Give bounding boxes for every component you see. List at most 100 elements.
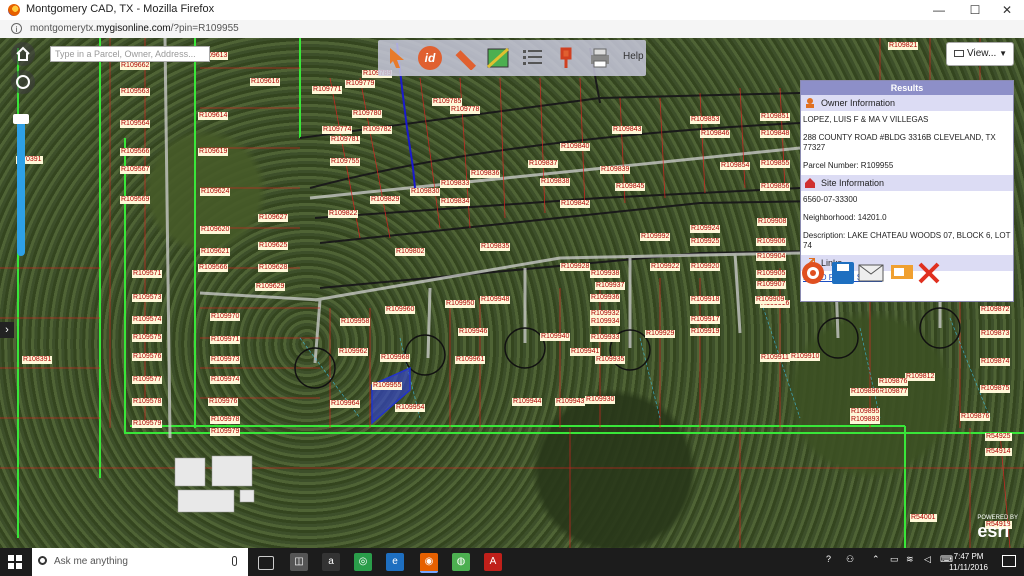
parcel-label[interactable]: R109893 — [850, 416, 881, 424]
parcel-label[interactable]: R109930 — [585, 396, 616, 404]
target-icon[interactable] — [800, 260, 826, 286]
parcel-label[interactable]: R109573 — [132, 294, 163, 302]
parcel-label[interactable]: R109785 — [432, 98, 463, 106]
parcel-label[interactable]: R109940 — [540, 333, 571, 341]
address-bar[interactable]: i montgomerytx.mygisonline.com/?pin=R109… — [0, 20, 1024, 39]
parcel-label[interactable]: R109970 — [210, 313, 241, 321]
parcel-label[interactable]: R109877 — [878, 388, 909, 396]
parcel-label[interactable]: R109781 — [330, 136, 361, 144]
parcel-label[interactable]: R54925 — [985, 433, 1012, 441]
parcel-label[interactable]: R109917 — [690, 316, 721, 324]
firefox-taskbar-icon[interactable]: ◉ — [420, 553, 438, 573]
parcel-label[interactable]: R109619 — [198, 148, 229, 156]
parcel-label[interactable]: R109616 — [250, 78, 281, 86]
parcel-label[interactable]: R109918 — [690, 296, 721, 304]
parcel-label[interactable]: R109575 — [132, 334, 163, 342]
parcel-label[interactable]: R109876 — [960, 413, 991, 421]
parcel-label[interactable]: R109856 — [760, 183, 791, 191]
parcel-label[interactable]: R109905 — [756, 270, 787, 278]
parcel-label[interactable]: R109835 — [480, 243, 511, 251]
url-field[interactable]: montgomerytx.mygisonline.com/?pin=R10995… — [30, 23, 239, 34]
parcel-label[interactable]: R109774 — [322, 126, 353, 134]
parcel-label[interactable]: R109579 — [132, 420, 163, 428]
parcel-label[interactable]: R109845 — [615, 183, 646, 191]
parcel-label[interactable]: R109936 — [590, 294, 621, 302]
parcel-label[interactable]: R108391 — [22, 356, 53, 364]
parcel-label[interactable]: R109837 — [528, 160, 559, 168]
parcel-label[interactable]: R109812 — [905, 373, 936, 381]
parcel-label[interactable]: R109571 — [132, 270, 163, 278]
parcel-label[interactable]: R109843 — [612, 126, 643, 134]
parcel-label[interactable]: R109948 — [480, 296, 511, 304]
parcel-label[interactable]: R109838 — [540, 178, 571, 186]
zoom-to-icon[interactable] — [890, 260, 916, 286]
print-icon[interactable] — [588, 46, 612, 70]
parcel-label[interactable]: R109934 — [590, 318, 621, 326]
parcel-label[interactable]: R109567 — [120, 166, 151, 174]
parcel-label[interactable]: R109829 — [370, 196, 401, 204]
parcel-label[interactable]: R109908 — [757, 218, 788, 226]
minimize-button[interactable]: — — [922, 0, 956, 20]
parcel-label[interactable]: R109971 — [210, 336, 241, 344]
parcel-label[interactable]: R109836 — [470, 170, 501, 178]
store-icon[interactable]: ◫ — [290, 553, 308, 571]
help-link[interactable]: Help — [623, 51, 644, 62]
parcel-label[interactable]: R109907 — [756, 281, 787, 289]
parcel-label[interactable]: R54914 — [985, 448, 1012, 456]
parcel-label[interactable]: R109621 — [200, 248, 231, 256]
parcel-label[interactable]: R109928 — [560, 263, 591, 271]
parcel-label[interactable]: R109577 — [132, 376, 163, 384]
parcel-label[interactable]: R109958 — [340, 318, 371, 326]
parcel-label[interactable]: R109833 — [440, 180, 471, 188]
home-button[interactable] — [11, 42, 35, 66]
zoom-slider-thumb[interactable] — [13, 114, 29, 124]
map-canvas[interactable]: R109662 R109613 R109616 R109563 R109564 R1095… — [0, 38, 1024, 548]
pointer-icon[interactable] — [384, 46, 408, 70]
parcel-label[interactable]: R109906 — [756, 238, 787, 246]
identify-icon[interactable]: id — [418, 46, 442, 70]
layers-icon[interactable] — [486, 46, 510, 70]
parcel-label[interactable]: R109960 — [385, 306, 416, 314]
parcel-label[interactable]: R109925 — [690, 238, 721, 246]
task-view-icon[interactable] — [258, 556, 274, 570]
chevron-up-icon[interactable]: ⌃ — [872, 554, 880, 565]
parcel-label[interactable]: R109896 — [850, 388, 881, 396]
expand-panel-button[interactable]: › — [0, 322, 14, 338]
view-dropdown[interactable]: View... ▼ — [946, 42, 1014, 66]
parcel-label[interactable]: R109968 — [380, 354, 411, 362]
parcel-label[interactable]: R109874 — [980, 358, 1011, 366]
parcel-label[interactable]: R109578 — [132, 398, 163, 406]
volume-icon[interactable]: ◁ — [924, 554, 931, 565]
parcel-label[interactable]: R109842 — [560, 200, 591, 208]
parcel-label[interactable]: R109853 — [690, 116, 721, 124]
parcel-label[interactable]: R109563 — [120, 88, 151, 96]
parcel-label[interactable]: R109920 — [690, 263, 721, 271]
windows-start-icon[interactable] — [8, 555, 22, 569]
parcel-label[interactable]: R109962 — [338, 348, 369, 356]
pin-icon[interactable] — [554, 46, 578, 70]
parcel-label[interactable]: R109976 — [208, 398, 239, 406]
locate-button[interactable] — [11, 70, 35, 94]
parcel-label[interactable]: R109780 — [352, 110, 383, 118]
parcel-label[interactable]: R109932 — [590, 310, 621, 318]
parcel-label[interactable]: R109576 — [132, 353, 163, 361]
parcel-label[interactable]: R109904 — [756, 253, 787, 261]
parcel-label[interactable]: R109929 — [645, 330, 676, 338]
parcel-label[interactable]: R109873 — [980, 330, 1011, 338]
parcel-label[interactable]: R109566 — [120, 148, 151, 156]
parcel-label[interactable]: R109973 — [210, 356, 241, 364]
parcel-label[interactable]: R109992 — [640, 233, 671, 241]
parcel-label[interactable]: R109839 — [600, 166, 631, 174]
parcel-label[interactable]: R109938 — [590, 270, 621, 278]
parcel-label[interactable]: R109978 — [210, 416, 241, 424]
parcel-label[interactable]: R109979 — [210, 428, 241, 436]
parcel-label[interactable]: R109974 — [210, 376, 241, 384]
parcel-label[interactable]: R109846 — [700, 130, 731, 138]
parcel-label[interactable]: R109943 — [555, 398, 586, 406]
amazon-icon[interactable]: a — [322, 553, 340, 571]
parcel-label[interactable]: R109620 — [200, 226, 231, 234]
parcel-label[interactable]: R109848 — [760, 130, 791, 138]
owner-section-header[interactable]: Owner Information — [801, 95, 1013, 111]
people-tray-icon[interactable]: ⚇ — [846, 554, 854, 565]
tripadvisor-icon[interactable]: ◎ — [354, 553, 372, 571]
